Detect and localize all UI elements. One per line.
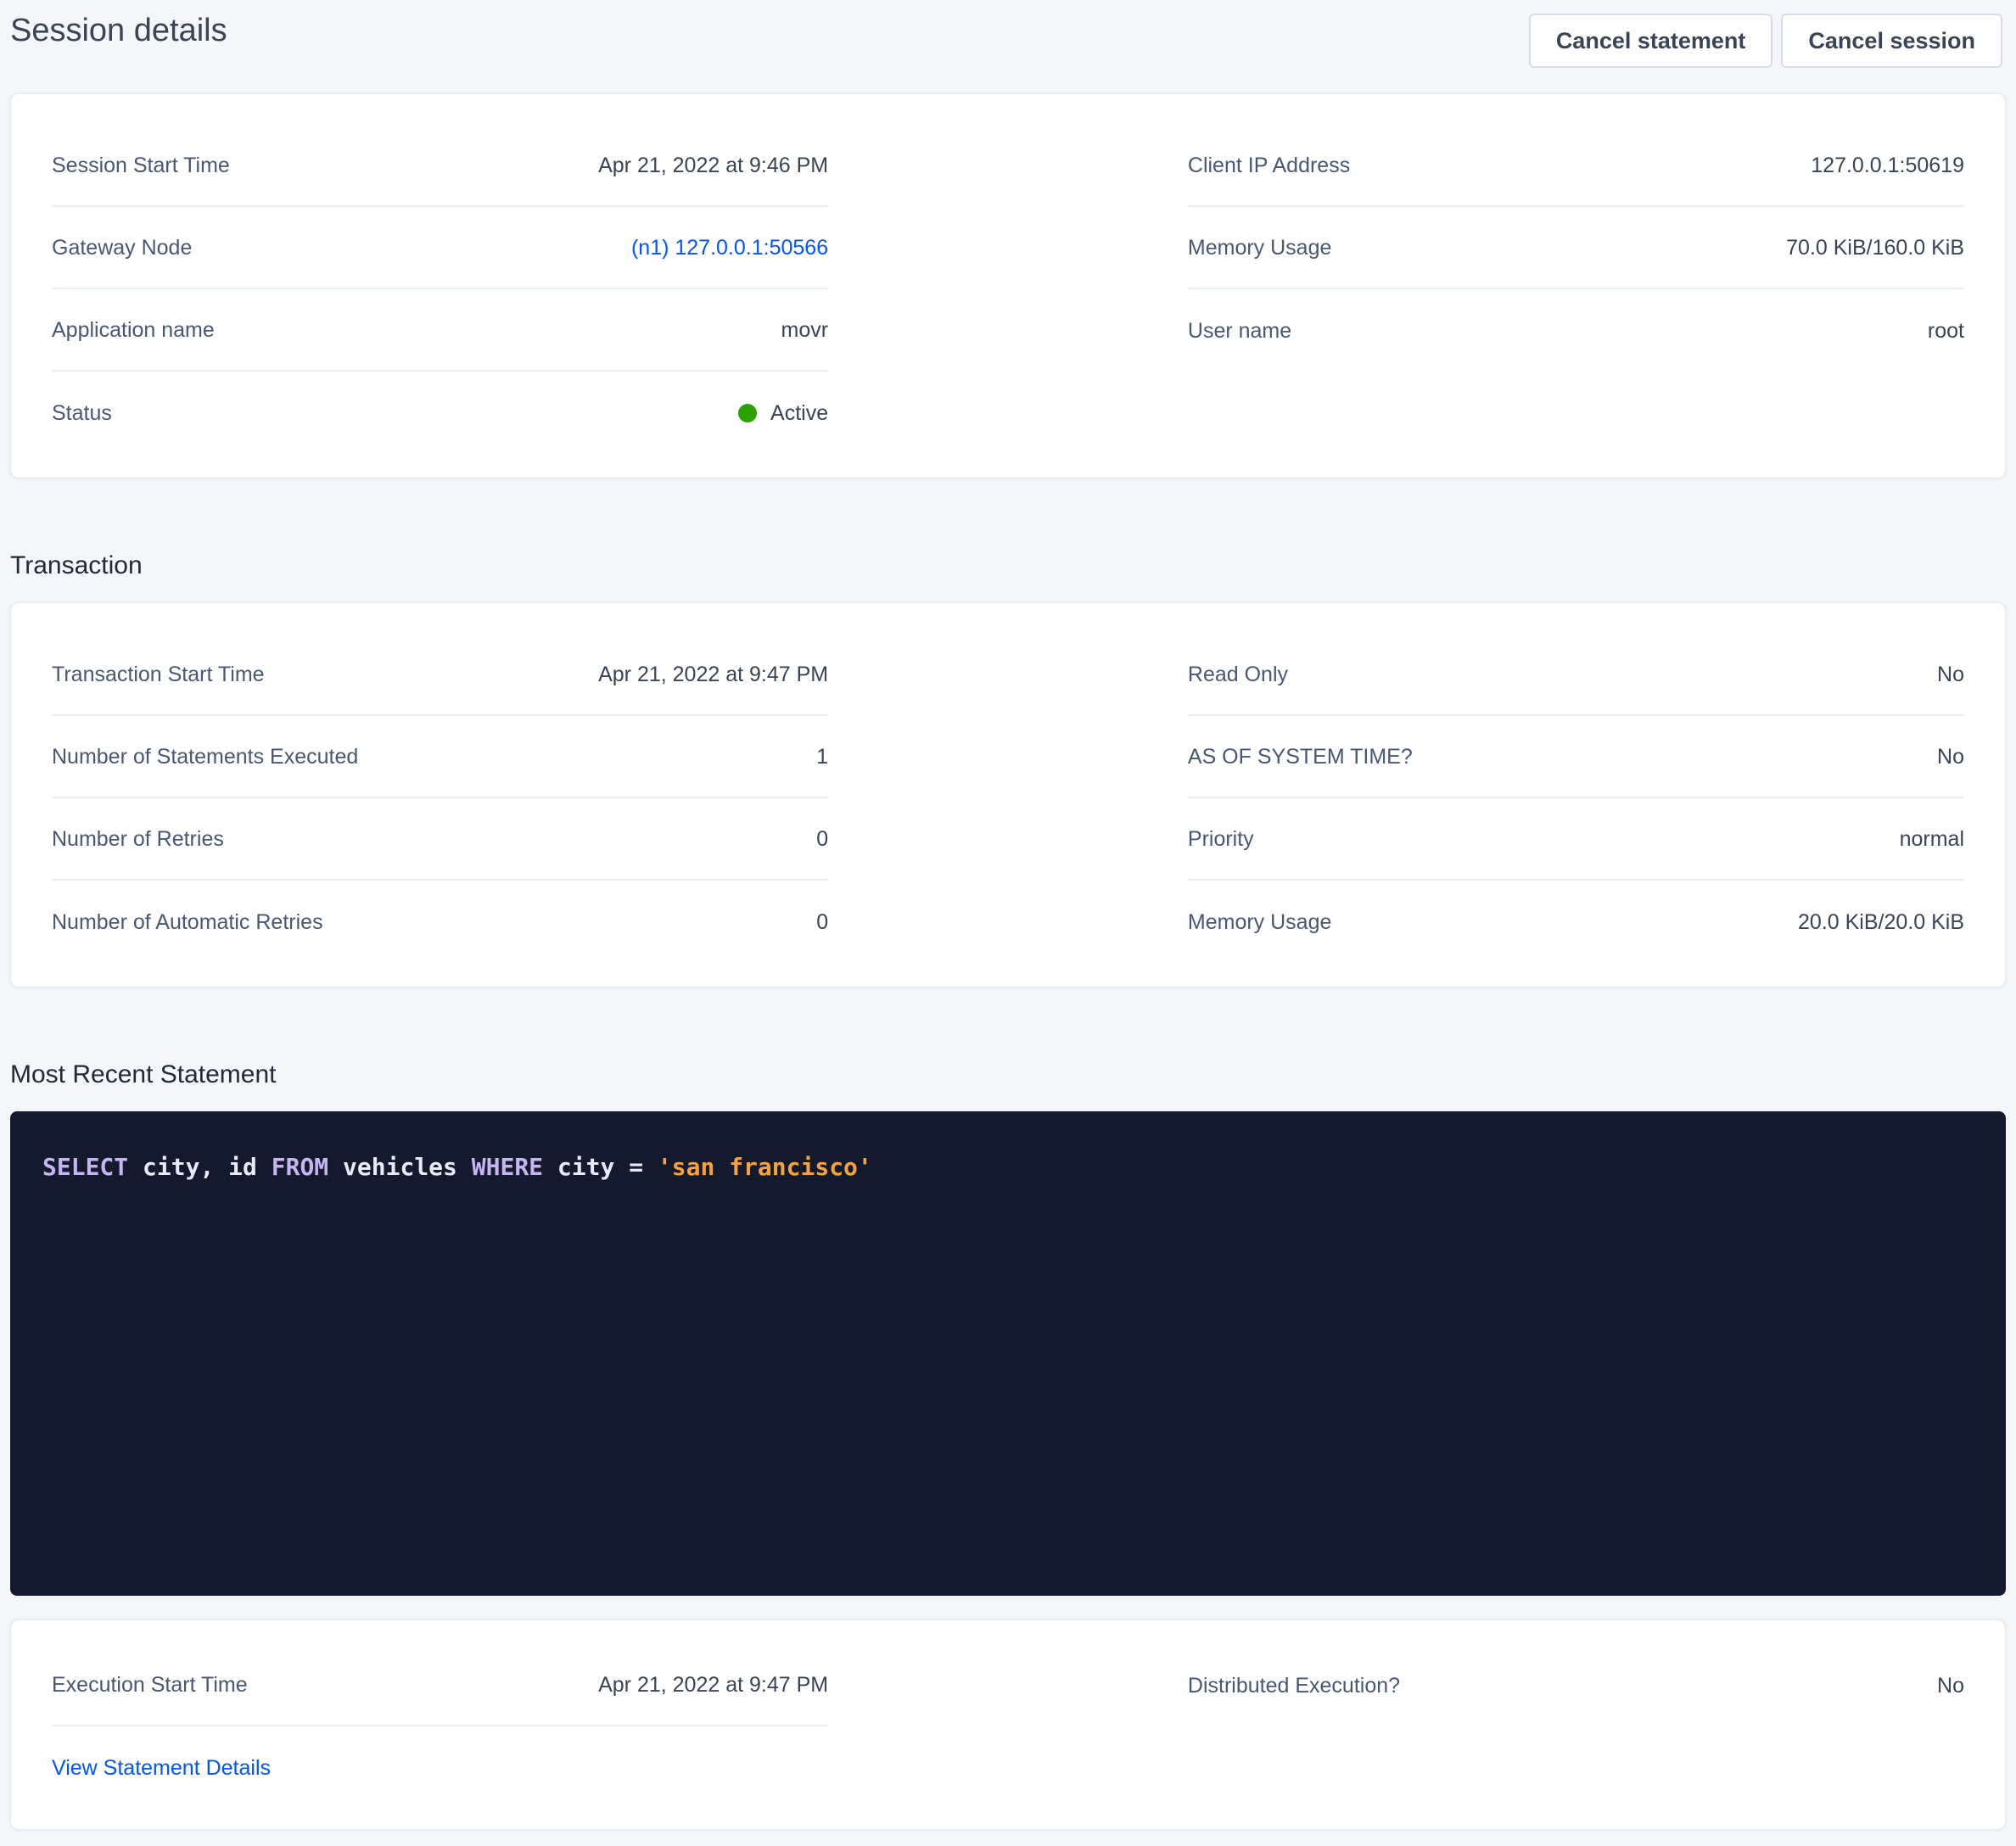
row-automatic-retries: Number of Automatic Retries 0 [52, 881, 828, 963]
row-label: Session Start Time [52, 152, 230, 179]
transaction-card: Transaction Start Time Apr 21, 2022 at 9… [10, 602, 2006, 987]
sql-text: city, id [128, 1153, 272, 1181]
execution-right-column: Distributed Execution? No [1188, 1644, 1964, 1809]
session-summary-right-column: Client IP Address 127.0.0.1:50619 Memory… [1188, 125, 1964, 454]
status-text: Active [770, 400, 828, 427]
row-gateway-node: Gateway Node (n1) 127.0.0.1:50566 [52, 207, 828, 289]
row-value: Apr 21, 2022 at 9:47 PM [598, 1671, 828, 1698]
row-value: No [1937, 1672, 1964, 1699]
row-label: Distributed Execution? [1188, 1672, 1400, 1699]
row-client-ip-address: Client IP Address 127.0.0.1:50619 [1188, 125, 1964, 207]
row-label: Memory Usage [1188, 234, 1332, 261]
row-value: normal [1900, 825, 1964, 853]
row-label: Priority [1188, 825, 1254, 853]
row-label: Memory Usage [1188, 909, 1332, 936]
sql-keyword: FROM [272, 1153, 328, 1181]
row-value: Apr 21, 2022 at 9:47 PM [598, 661, 828, 688]
row-label: Execution Start Time [52, 1671, 248, 1698]
row-application-name: Application name movr [52, 289, 828, 372]
row-label: AS OF SYSTEM TIME? [1188, 743, 1413, 770]
row-label: Client IP Address [1188, 152, 1350, 179]
row-priority: Priority normal [1188, 798, 1964, 881]
row-label: Status [52, 400, 112, 427]
sql-keyword: WHERE [472, 1153, 543, 1181]
row-value: 0 [816, 909, 828, 936]
view-statement-details-link[interactable]: View Statement Details [52, 1754, 271, 1782]
sql-text: city = [543, 1153, 658, 1181]
sql-string-literal: 'san francisco' [658, 1153, 872, 1181]
row-execution-start-time: Execution Start Time Apr 21, 2022 at 9:4… [52, 1644, 828, 1726]
sql-keyword: SELECT [42, 1153, 128, 1181]
page-header: Session details Cancel statement Cancel … [0, 0, 2016, 68]
row-value: 127.0.0.1:50619 [1811, 152, 1964, 179]
row-status: Status Active [52, 372, 828, 454]
most-recent-statement-heading: Most Recent Statement [10, 1059, 2016, 1091]
page-title: Session details [10, 10, 227, 51]
row-transaction-start-time: Transaction Start Time Apr 21, 2022 at 9… [52, 634, 828, 716]
gateway-node-link[interactable]: (n1) 127.0.0.1:50566 [631, 234, 828, 261]
row-value: Apr 21, 2022 at 9:46 PM [598, 152, 828, 179]
row-label: Gateway Node [52, 234, 192, 261]
row-label: Application name [52, 316, 215, 344]
row-number-of-retries: Number of Retries 0 [52, 798, 828, 881]
row-label: Number of Statements Executed [52, 743, 358, 770]
row-view-statement-details: View Statement Details [52, 1726, 828, 1809]
row-value: movr [781, 316, 829, 344]
row-label: Number of Automatic Retries [52, 909, 323, 936]
cancel-statement-button[interactable]: Cancel statement [1529, 14, 1773, 68]
row-value: No [1937, 661, 1964, 688]
status-badge: Active [738, 400, 828, 427]
header-actions: Cancel statement Cancel session [1529, 14, 2002, 68]
cancel-session-button[interactable]: Cancel session [1781, 14, 2002, 68]
row-distributed-execution: Distributed Execution? No [1188, 1644, 1964, 1726]
row-value: 20.0 KiB/20.0 KiB [1798, 909, 1964, 936]
row-statements-executed: Number of Statements Executed 1 [52, 716, 828, 798]
transaction-section-heading: Transaction [10, 550, 2016, 582]
transaction-right-column: Read Only No AS OF SYSTEM TIME? No Prior… [1188, 634, 1964, 963]
row-value: root [1928, 317, 1964, 344]
sql-text: vehicles [328, 1153, 472, 1181]
row-memory-usage: Memory Usage 70.0 KiB/160.0 KiB [1188, 207, 1964, 289]
row-session-start-time: Session Start Time Apr 21, 2022 at 9:46 … [52, 125, 828, 207]
row-value: 0 [816, 825, 828, 853]
sql-statement-text: SELECT city, id FROM vehicles WHERE city… [42, 1153, 872, 1181]
session-details-page: Session details Cancel statement Cancel … [0, 0, 2016, 1846]
row-value: 70.0 KiB/160.0 KiB [1786, 234, 1964, 261]
row-read-only: Read Only No [1188, 634, 1964, 716]
row-label: User name [1188, 317, 1291, 344]
session-summary-left-column: Session Start Time Apr 21, 2022 at 9:46 … [52, 125, 828, 454]
row-value: 1 [816, 743, 828, 770]
row-label: Transaction Start Time [52, 661, 265, 688]
execution-left-column: Execution Start Time Apr 21, 2022 at 9:4… [52, 1644, 828, 1809]
session-summary-card: Session Start Time Apr 21, 2022 at 9:46 … [10, 93, 2006, 478]
row-user-name: User name root [1188, 289, 1964, 372]
row-label: Read Only [1188, 661, 1288, 688]
transaction-left-column: Transaction Start Time Apr 21, 2022 at 9… [52, 634, 828, 963]
row-value: No [1937, 743, 1964, 770]
most-recent-statement-box: SELECT city, id FROM vehicles WHERE city… [10, 1111, 2006, 1596]
row-as-of-system-time: AS OF SYSTEM TIME? No [1188, 716, 1964, 798]
row-label: Number of Retries [52, 825, 224, 853]
execution-card: Execution Start Time Apr 21, 2022 at 9:4… [10, 1619, 2006, 1830]
status-active-dot-icon [738, 404, 757, 422]
row-transaction-memory-usage: Memory Usage 20.0 KiB/20.0 KiB [1188, 881, 1964, 963]
